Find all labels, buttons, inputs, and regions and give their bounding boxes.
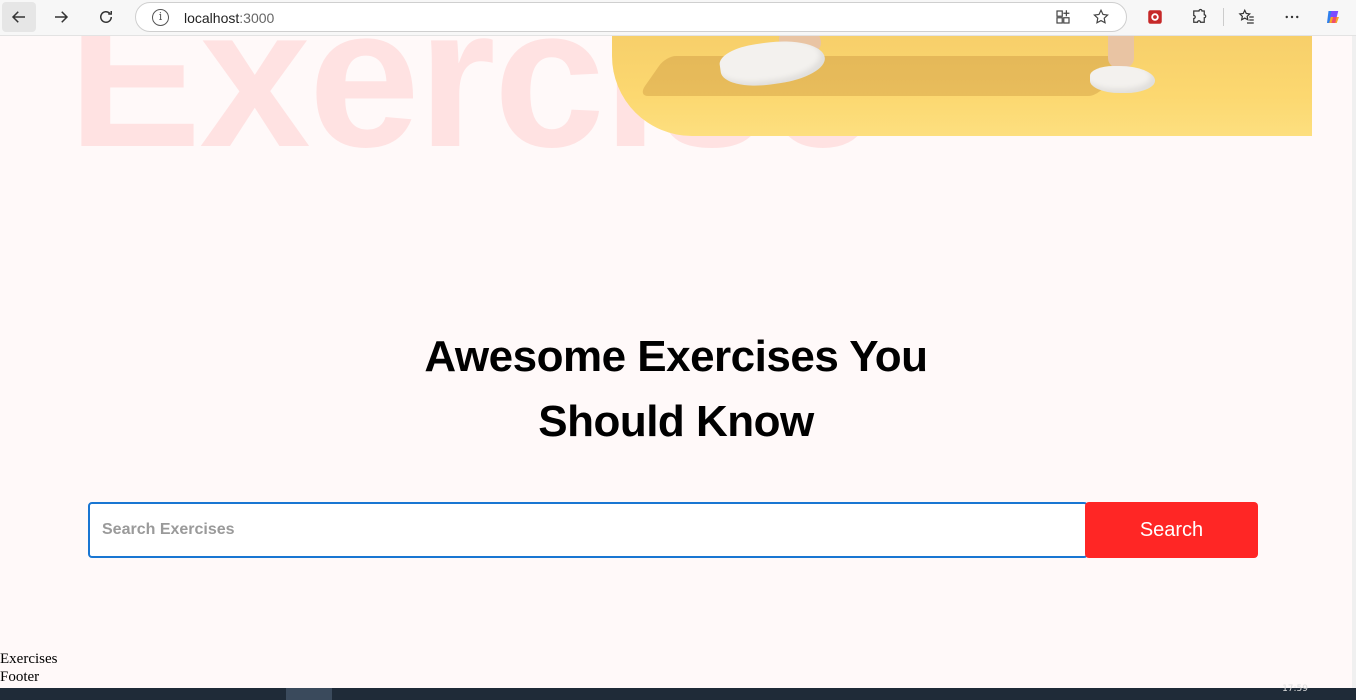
url-text[interactable]: localhost:3000 [184,10,274,26]
url-host: localhost [184,10,240,26]
heading-line-2: Should Know [538,397,814,446]
info-icon[interactable]: i [152,9,169,26]
search-bar: Search [88,502,1258,558]
app-available-icon[interactable] [1054,8,1074,28]
os-taskbar: 17:59 [0,684,1356,700]
extension-red-icon[interactable] [1144,6,1166,28]
forward-button[interactable] [44,2,78,32]
exercises-text: Exercises [0,651,58,667]
page-scrollbar[interactable] [1352,36,1356,688]
favorites-icon[interactable] [1236,6,1258,28]
hero-banner-image [612,36,1312,136]
url-port: :3000 [239,10,275,26]
taskbar-clock: 17:59 [1282,684,1308,694]
page-text-lines: Exercises Footer [0,650,57,686]
browser-toolbar: i localhost:3000 [0,0,1356,36]
search-input[interactable] [88,502,1088,558]
hero-section: Exercise Awesome Exercises You Should Kn… [0,36,1352,688]
favorite-star-icon[interactable] [1092,8,1112,28]
reload-icon [100,11,112,23]
sneaker-right [1090,66,1155,93]
forward-arrow-icon [55,11,69,23]
taskbar-active-app[interactable] [286,688,332,700]
web-page: Exercise Awesome Exercises You Should Kn… [0,36,1356,688]
reload-button[interactable] [89,2,123,32]
footer-text: Footer [0,669,40,685]
more-icon[interactable] [1281,6,1303,28]
hero-shadow [637,56,1127,96]
back-button[interactable] [2,2,36,32]
copilot-icon[interactable] [1322,6,1344,28]
heading-line-1: Awesome Exercises You [424,332,928,381]
toolbar-separator [1223,8,1224,26]
address-bar[interactable]: i localhost:3000 [135,2,1127,32]
extensions-puzzle-icon[interactable] [1188,6,1210,28]
exercises-heading: Awesome Exercises You Should Know [0,324,1352,454]
search-button[interactable]: Search [1085,502,1258,558]
leg-right [1108,36,1134,68]
back-arrow-icon [11,11,25,23]
